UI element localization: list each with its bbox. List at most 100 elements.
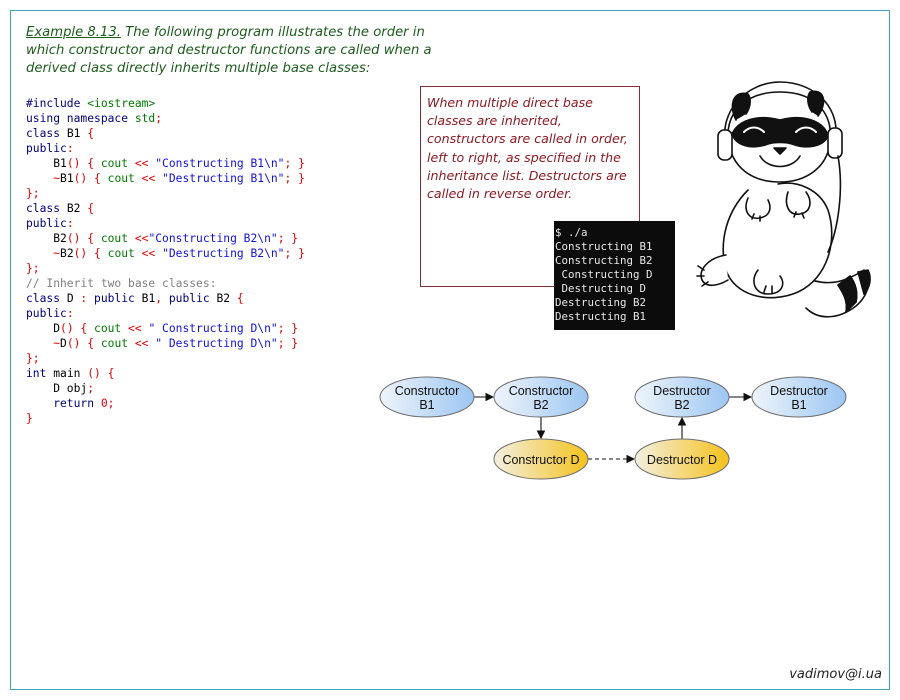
code-line: B1() { cout << "Constructing B1\n"; }: [26, 156, 305, 171]
raccoon-with-headphones-illustration: [696, 81, 871, 318]
code-line: int main () {: [26, 366, 305, 381]
diagram-node-cd: Constructor D: [493, 438, 589, 480]
code-token: main: [53, 367, 88, 380]
code-token: <<: [134, 232, 149, 245]
code-token: public: [168, 292, 217, 305]
terminal-line: $ ./a: [555, 226, 588, 239]
code-token: B1: [60, 172, 74, 185]
code-token: };: [26, 352, 40, 365]
code-token: () {: [73, 172, 108, 185]
code-token: "Destructing B2\n": [162, 247, 285, 260]
code-token: B1: [141, 292, 156, 305]
code-token: public: [26, 217, 67, 230]
diagram-node-label: Destructor D: [647, 453, 717, 467]
code-line: D obj;: [26, 381, 305, 396]
terminal-line: Constructing B1: [555, 240, 653, 253]
code-line: public:: [26, 216, 305, 231]
code-token: B2: [60, 247, 74, 260]
code-token: int: [26, 367, 54, 380]
code-line: ~B1() { cout << "Destructing B1\n"; }: [26, 171, 305, 186]
diagram-node-db1: DestructorB1: [751, 376, 847, 418]
code-token: using namespace: [26, 112, 135, 125]
code-token: () {: [66, 232, 101, 245]
diagram-node-cb2: ConstructorB2: [493, 376, 589, 418]
code-line: class B1 {: [26, 126, 305, 141]
code-token: cout: [107, 172, 142, 185]
call-order-diagram: ConstructorB1ConstructorB2Constructor DD…: [379, 376, 847, 480]
code-token: cout: [100, 157, 135, 170]
code-token: "Constructing B1\n": [155, 157, 285, 170]
code-line: using namespace std;: [26, 111, 305, 126]
code-token: ;: [155, 112, 163, 125]
code-token: }: [26, 412, 33, 425]
code-token: cout: [100, 337, 135, 350]
code-line: ~B2() { cout << "Destructing B2\n"; }: [26, 246, 305, 261]
diagram-nodes: ConstructorB1ConstructorB2Constructor DD…: [379, 376, 847, 480]
code-line: public:: [26, 306, 305, 321]
terminal-line: Destructing B2: [555, 296, 647, 309]
terminal-output: $ ./a Constructing B1 Constructing B2 Cons…: [554, 221, 675, 330]
diagram-node-label: B2: [674, 398, 689, 412]
code-token: class: [26, 127, 67, 140]
code-token: {: [87, 202, 95, 215]
code-token: return: [26, 397, 101, 410]
diagram-node-label: B1: [419, 398, 434, 412]
code-token: <<: [141, 172, 163, 185]
code-line: };: [26, 351, 305, 366]
code-line: public:: [26, 141, 305, 156]
code-token: <iostream>: [87, 97, 156, 110]
terminal-line: Constructing B2: [555, 254, 653, 267]
code-token: // Inherit two base classes:: [26, 277, 217, 290]
terminal-line: Constructing D: [555, 268, 653, 281]
terminal-line: Destructing B1: [555, 310, 647, 323]
code-line: };: [26, 186, 305, 201]
code-token: B2: [66, 202, 88, 215]
code-token: <<: [134, 157, 156, 170]
diagram-node-label: B2: [533, 398, 548, 412]
code-token: public: [26, 307, 67, 320]
code-token: <<: [128, 322, 149, 335]
diagram-node-label: Destructor: [770, 384, 828, 398]
code-token: ; }: [284, 172, 305, 185]
diagram-node-label: Constructor: [509, 384, 574, 398]
code-token: {: [87, 127, 95, 140]
code-token: };: [26, 187, 40, 200]
example-label: Example 8.13.: [26, 25, 121, 40]
diagram-node-label: Constructor: [395, 384, 460, 398]
code-token: ; }: [284, 247, 305, 260]
code-line: ~D() { cout << " Destructing D\n"; }: [26, 336, 305, 351]
code-token: () {: [87, 367, 115, 380]
code-token: ~: [26, 172, 61, 185]
code-token: ; }: [277, 322, 299, 335]
code-token: class: [26, 292, 67, 305]
diagram-node-label: Destructor: [653, 384, 711, 398]
code-token: () {: [73, 247, 108, 260]
code-token: " Destructing D\n": [155, 337, 278, 350]
code-token: ; }: [277, 337, 299, 350]
code-listing: #include <iostream> using namespace std; c…: [26, 96, 305, 426]
code-token: std: [134, 112, 156, 125]
example-intro: Example 8.13. The following program illu…: [26, 24, 446, 78]
code-token: };: [26, 262, 40, 275]
code-line: class D : public B1, public B2 {: [26, 291, 305, 306]
code-token: :: [66, 217, 74, 230]
code-token: cout: [94, 322, 129, 335]
code-token: " Constructing D\n": [148, 322, 278, 335]
code-token: () {: [60, 322, 95, 335]
code-token: D obj: [26, 382, 88, 395]
code-line: D() { cout << " Constructing D\n"; }: [26, 321, 305, 336]
code-line: B2() { cout <<"Constructing B2\n"; }: [26, 231, 305, 246]
code-token: ; }: [277, 232, 299, 245]
diagram-node-db2: DestructorB2: [634, 376, 730, 418]
code-token: "Constructing B2\n": [148, 232, 278, 245]
code-token: :: [66, 307, 74, 320]
code-token: ; }: [284, 157, 305, 170]
code-token: <<: [141, 247, 163, 260]
diagram-node-dd: Destructor D: [634, 438, 730, 480]
code-token: B2: [216, 292, 237, 305]
code-line: }: [26, 411, 305, 426]
code-token: ;: [107, 397, 115, 410]
code-token: {: [236, 292, 244, 305]
code-line: // Inherit two base classes:: [26, 276, 305, 291]
code-token: :: [80, 292, 95, 305]
